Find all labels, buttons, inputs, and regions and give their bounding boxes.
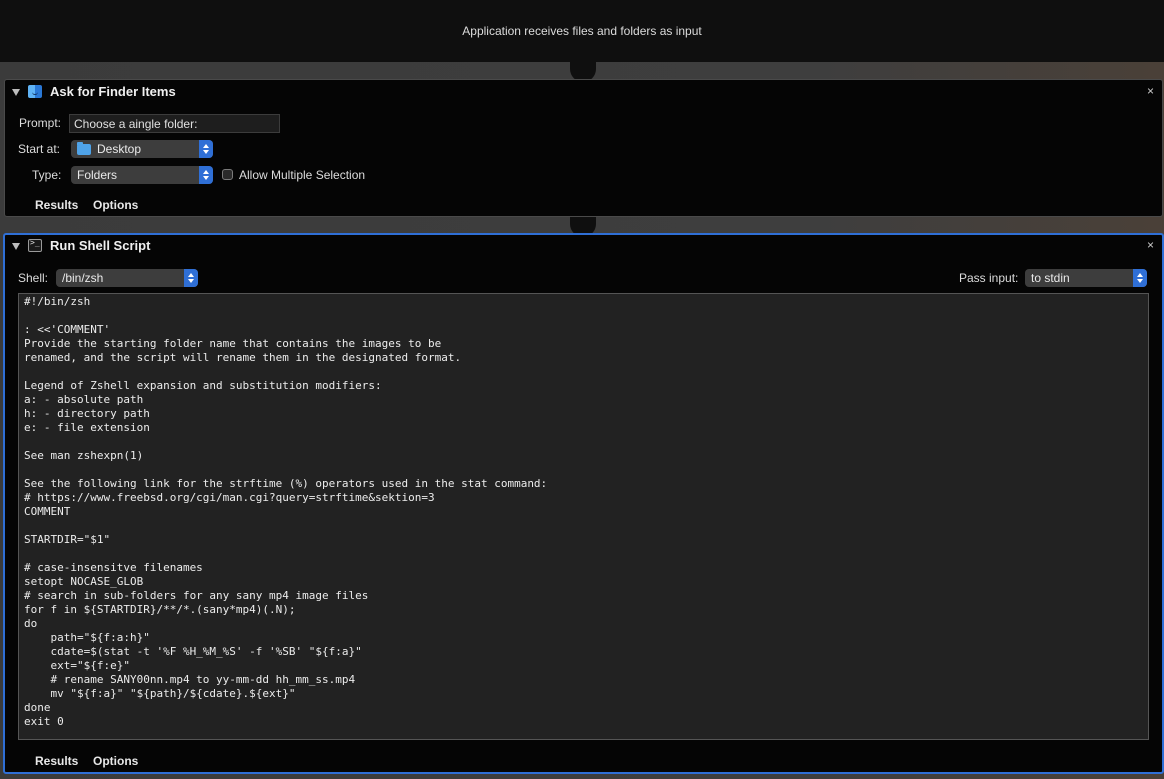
- pass-input-value: to stdin: [1031, 271, 1070, 285]
- pass-input-label: Pass input:: [959, 271, 1019, 285]
- disclosure-triangle-icon[interactable]: [12, 89, 20, 96]
- tab-results[interactable]: Results: [35, 754, 78, 768]
- action-title: Run Shell Script: [50, 238, 151, 253]
- type-value: Folders: [77, 168, 118, 182]
- prompt-label: Prompt:: [19, 116, 62, 130]
- script-editor[interactable]: #!/bin/zsh : <<'COMMENT' Provide the sta…: [18, 293, 1149, 740]
- allow-multiple-label: Allow Multiple Selection: [239, 168, 366, 182]
- finder-icon: [28, 85, 42, 98]
- type-label: Type:: [32, 168, 62, 182]
- tab-options[interactable]: Options: [93, 198, 138, 212]
- start-at-label: Start at:: [18, 142, 61, 156]
- workflow-input-bar: Application receives files and folders a…: [0, 0, 1164, 62]
- terminal-icon: [28, 238, 42, 252]
- tab-results[interactable]: Results: [35, 198, 78, 212]
- run-shell-script-action[interactable]: Run Shell Script × Shell: /bin/zsh Pass …: [3, 233, 1164, 774]
- popup-stepper-icon: [199, 140, 213, 158]
- prompt-field[interactable]: Choose a aingle folder:: [69, 114, 280, 133]
- input-description: Application receives files and folders a…: [462, 24, 702, 38]
- pass-input-popup[interactable]: to stdin: [1025, 269, 1147, 287]
- close-icon[interactable]: ×: [1147, 238, 1154, 252]
- action-title: Ask for Finder Items: [50, 84, 176, 99]
- start-at-value: Desktop: [97, 142, 142, 156]
- popup-stepper-icon: [1133, 269, 1147, 287]
- shell-value: /bin/zsh: [62, 271, 104, 285]
- type-popup[interactable]: Folders: [71, 166, 213, 184]
- folder-icon: [77, 141, 91, 155]
- popup-stepper-icon: [184, 269, 198, 287]
- action-header: Ask for Finder Items ×: [5, 80, 1162, 106]
- shell-popup[interactable]: /bin/zsh: [56, 269, 198, 287]
- ask-for-finder-items-action[interactable]: Ask for Finder Items × Prompt: Choose a …: [4, 79, 1163, 217]
- tab-options[interactable]: Options: [93, 754, 138, 768]
- action-header: Run Shell Script ×: [5, 235, 1162, 261]
- start-at-popup[interactable]: Desktop: [71, 140, 213, 158]
- disclosure-triangle-icon[interactable]: [12, 243, 20, 250]
- allow-multiple-checkbox[interactable]: [222, 169, 233, 180]
- popup-stepper-icon: [199, 166, 213, 184]
- shell-label: Shell:: [18, 271, 49, 285]
- close-icon[interactable]: ×: [1147, 84, 1154, 98]
